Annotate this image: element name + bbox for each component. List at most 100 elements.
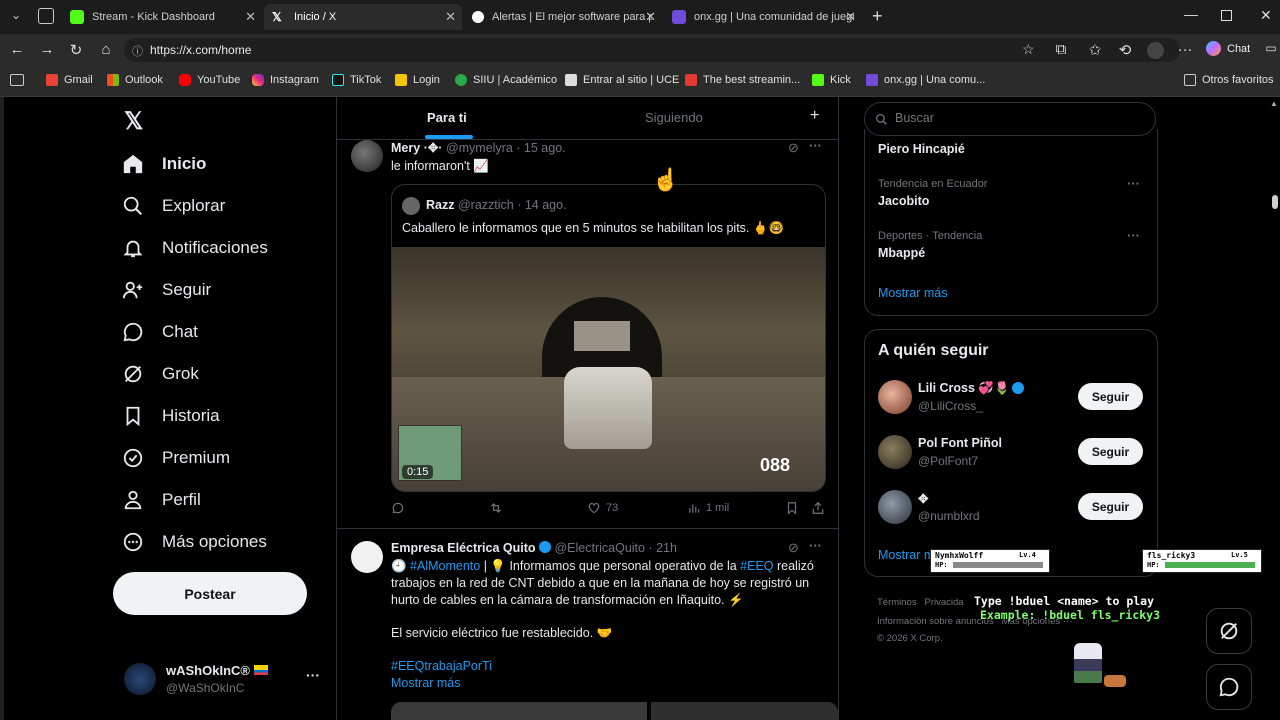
- video-player[interactable]: 0:15 088: [392, 247, 825, 491]
- bookmark-other-favorites[interactable]: Otros favoritos: [1184, 74, 1274, 86]
- workspaces-icon[interactable]: [38, 8, 54, 24]
- bookmark-gmail[interactable]: Gmail: [46, 74, 93, 86]
- sidebar-toggle-icon[interactable]: ▭: [1262, 41, 1280, 55]
- hashtag-link[interactable]: #EEQtrabajaPorTi: [391, 658, 831, 675]
- hashtag-link[interactable]: #EEQ: [740, 559, 773, 573]
- trend-name[interactable]: Piero Hincapié: [878, 142, 965, 156]
- history-icon[interactable]: ⟲: [1116, 41, 1134, 59]
- bookmark-outlook[interactable]: Outlook: [107, 74, 163, 86]
- reading-list-icon[interactable]: [10, 74, 24, 86]
- bookmark-instagram[interactable]: Instagram: [252, 74, 319, 86]
- follow-button[interactable]: Seguir: [1078, 493, 1143, 520]
- more-icon[interactable]: ···: [809, 138, 822, 153]
- show-more-link[interactable]: Mostrar más: [391, 675, 831, 692]
- browser-menu-icon[interactable]: ···: [1176, 41, 1194, 58]
- avatar[interactable]: [878, 490, 912, 524]
- nav-profile[interactable]: Perfil: [122, 489, 201, 511]
- search-input[interactable]: [893, 110, 1137, 126]
- tab-kick[interactable]: Stream - Kick Dashboard ✕: [62, 4, 262, 30]
- trend-name[interactable]: Mbappé: [878, 246, 925, 260]
- extensions-icon[interactable]: ⧉: [1052, 41, 1070, 58]
- tab-siguiendo[interactable]: Siguiendo: [645, 110, 703, 125]
- author-name[interactable]: Mery ·✥·: [391, 141, 442, 155]
- scrollbar-thumb[interactable]: [1272, 195, 1278, 209]
- quote-tweet[interactable]: Razz @razztich · 14 ago. Caballero le in…: [391, 184, 826, 492]
- nav-explore[interactable]: Explorar: [122, 195, 225, 217]
- grok-icon[interactable]: ⊘: [788, 140, 799, 156]
- new-tab-button[interactable]: +: [872, 6, 883, 27]
- account-switcher[interactable]: wAShOkInC® @WaShOkInC ···: [120, 659, 326, 703]
- messages-floating-button[interactable]: [1206, 664, 1252, 710]
- home-button[interactable]: ⌂: [97, 41, 115, 58]
- nav-history[interactable]: Historia: [122, 405, 220, 427]
- tweet-media[interactable]: [391, 702, 647, 720]
- tab-alertas[interactable]: Alertas | El mejor software para po ✕: [464, 4, 662, 30]
- maximize-button[interactable]: [1221, 10, 1232, 21]
- show-more-link[interactable]: Mostrar m: [878, 548, 934, 562]
- tweet-media[interactable]: [651, 702, 838, 720]
- share-button[interactable]: [811, 501, 830, 515]
- nav-chat[interactable]: Chat: [122, 321, 198, 343]
- address-bar[interactable]: ⓘ https://x.com/home ☆: [124, 38, 1180, 62]
- close-tab-icon[interactable]: ✕: [645, 9, 656, 25]
- tab-x-home[interactable]: 𝕏 Inicio / X ✕: [264, 4, 462, 30]
- more-icon[interactable]: ···: [1127, 176, 1140, 191]
- show-more-link[interactable]: Mostrar más: [878, 286, 947, 300]
- bookmark-uce[interactable]: Entrar al sitio | UCE: [565, 74, 679, 86]
- bookmark-youtube[interactable]: YouTube: [179, 74, 240, 86]
- repost-button[interactable]: [489, 501, 508, 515]
- site-info-icon[interactable]: ⓘ: [132, 43, 143, 59]
- tab-onx[interactable]: onx.gg | Una comunidad de juego ✕: [664, 4, 862, 30]
- add-tab-icon[interactable]: +: [810, 107, 819, 125]
- bookmark-streaming[interactable]: The best streamin...: [685, 74, 800, 86]
- favorite-star-icon[interactable]: ☆: [1022, 41, 1035, 58]
- reply-button[interactable]: [391, 501, 410, 515]
- copilot-chat-button[interactable]: Chat: [1206, 41, 1250, 56]
- minimize-button[interactable]: —: [1184, 6, 1198, 22]
- favorites-icon[interactable]: ✩: [1086, 41, 1104, 59]
- x-logo[interactable]: 𝕏: [124, 107, 143, 136]
- avatar[interactable]: [878, 435, 912, 469]
- post-button[interactable]: Postear: [113, 572, 307, 615]
- bookmark-kick[interactable]: Kick: [812, 74, 851, 86]
- like-button[interactable]: 73: [587, 501, 618, 515]
- avatar[interactable]: [878, 380, 912, 414]
- bookmark-siiu[interactable]: SIIU | Académico: [455, 74, 557, 86]
- nav-follow[interactable]: Seguir: [122, 279, 211, 301]
- nav-more-options[interactable]: Más opciones: [122, 531, 267, 553]
- nav-home[interactable]: Inicio: [122, 153, 206, 175]
- author-name[interactable]: Empresa Eléctrica Quito: [391, 541, 536, 555]
- nav-notifications[interactable]: Notificaciones: [122, 237, 268, 259]
- tweet-time[interactable]: · 15 ago.: [516, 141, 565, 155]
- close-tab-icon[interactable]: ✕: [445, 9, 456, 25]
- nav-grok[interactable]: Grok: [122, 363, 199, 385]
- views-button[interactable]: 1 mil: [687, 501, 729, 515]
- bookmark-onx[interactable]: onx.gg | Una comu...: [866, 74, 985, 86]
- bookmark-login[interactable]: Login: [395, 74, 440, 86]
- tweet[interactable]: Mery ·✥· @mymelyra · 15 ago. ⊘ ··· le in…: [337, 138, 838, 529]
- hashtag-link[interactable]: #AlMomento: [410, 559, 480, 573]
- grok-icon[interactable]: ⊘: [788, 540, 799, 556]
- reload-button[interactable]: ↻: [67, 41, 85, 59]
- grok-floating-button[interactable]: [1206, 608, 1252, 654]
- forward-button[interactable]: →: [38, 41, 56, 58]
- more-icon[interactable]: ···: [1127, 228, 1140, 243]
- scroll-up-arrow[interactable]: ▲: [1270, 99, 1278, 108]
- author-handle[interactable]: @mymelyra: [446, 141, 513, 155]
- close-tab-icon[interactable]: ✕: [245, 9, 256, 25]
- follow-button[interactable]: Seguir: [1078, 438, 1143, 465]
- author-handle[interactable]: @ElectricaQuito: [554, 541, 645, 555]
- browser-profile-avatar[interactable]: [1147, 42, 1164, 59]
- trend-name[interactable]: Jacobito: [878, 194, 929, 208]
- footer-links[interactable]: Términos Privacida: [877, 597, 964, 608]
- tab-para-ti[interactable]: Para ti: [427, 110, 467, 125]
- tab-list-icon[interactable]: ⌄: [8, 8, 24, 24]
- bookmark-button[interactable]: [785, 501, 804, 515]
- follow-name[interactable]: Lili Cross 💞🌷: [918, 381, 1010, 396]
- follow-name[interactable]: ✥: [918, 491, 928, 506]
- close-window-button[interactable]: ✕: [1260, 7, 1272, 24]
- tweet[interactable]: Empresa Eléctrica Quito @ElectricaQuito …: [337, 535, 838, 720]
- more-icon[interactable]: ···: [809, 538, 822, 553]
- follow-name[interactable]: Pol Font Piñol: [918, 436, 1002, 450]
- tweet-time[interactable]: · 21h: [648, 541, 677, 555]
